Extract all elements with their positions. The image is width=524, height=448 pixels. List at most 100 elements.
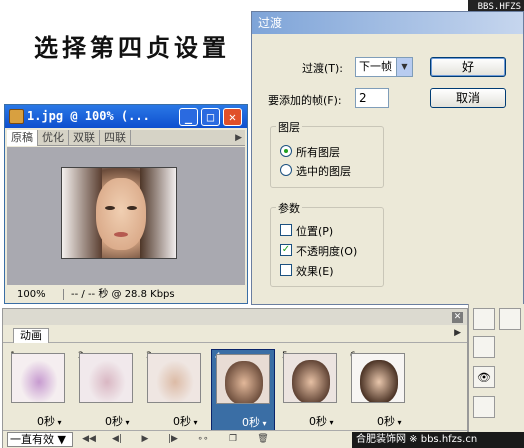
image-window-titlebar[interactable]: 1.jpg @ 100% (... _ □ ✕ bbox=[5, 105, 247, 128]
frame-delay[interactable]: 0秒 ▾ bbox=[37, 413, 62, 429]
frame-thumbnail bbox=[351, 353, 405, 403]
tween-with-label: 过渡(T): bbox=[302, 62, 344, 75]
delay-dropdown-icon: ▾ bbox=[55, 418, 62, 427]
delay-dropdown-icon: ▾ bbox=[395, 418, 402, 427]
tab-2up[interactable]: 双联 bbox=[69, 130, 100, 146]
all-layers-radio[interactable] bbox=[280, 145, 292, 157]
tab-4up[interactable]: 四联 bbox=[100, 130, 131, 146]
frame-thumbnail bbox=[147, 353, 201, 403]
effects-label[interactable]: 效果(E) bbox=[296, 263, 334, 279]
status-divider bbox=[63, 289, 64, 300]
ok-button[interactable]: 好 bbox=[430, 57, 506, 77]
tab-original[interactable]: 原稿 bbox=[7, 130, 38, 146]
image-window-title: 1.jpg @ 100% (... bbox=[27, 109, 150, 123]
frames-to-add-input[interactable]: 2 bbox=[355, 88, 389, 108]
animation-frame[interactable]: 3 0秒 ▾ bbox=[143, 349, 207, 431]
frame-delay-value: 0秒 bbox=[37, 415, 55, 428]
play-icon[interactable]: ▶ bbox=[135, 432, 155, 447]
frame-delay[interactable]: 0秒 ▾ bbox=[377, 413, 402, 429]
frames-to-add-label: 要添加的帧(F): bbox=[268, 94, 342, 107]
loop-select[interactable]: 一直有效 ▼ bbox=[7, 432, 73, 447]
effects-checkbox[interactable] bbox=[280, 264, 292, 276]
position-checkbox[interactable] bbox=[280, 224, 292, 236]
frame-delay[interactable]: 0秒 ▾ bbox=[105, 413, 130, 429]
opacity-checkbox[interactable]: ✓ bbox=[280, 244, 292, 256]
download-info[interactable]: -- / -- 秒 @ 28.8 Kbps bbox=[71, 287, 175, 302]
photoshop-doc-icon bbox=[9, 109, 24, 124]
maximize-button[interactable]: □ bbox=[201, 108, 220, 126]
layers-group-label: 图层 bbox=[276, 119, 302, 135]
animation-frame-selected[interactable]: 4 0秒 ▾ bbox=[211, 349, 275, 431]
tab-animation[interactable]: 动画 bbox=[13, 328, 49, 343]
frame-thumbnail bbox=[79, 353, 133, 403]
tween-dialog: 过渡 过渡(T): 下一帧 ▼ 要添加的帧(F): 2 好 取消 图层 所有图层… bbox=[251, 11, 524, 305]
previous-frame-icon[interactable]: ◀| bbox=[107, 432, 127, 447]
trash-icon[interactable]: 🗑 bbox=[253, 432, 273, 447]
frame-thumbnail bbox=[11, 353, 65, 403]
duplicate-frame-icon[interactable]: ❐ bbox=[223, 432, 243, 447]
eye-icon[interactable]: 👁 bbox=[473, 366, 495, 388]
frame-delay-value: 0秒 bbox=[242, 416, 260, 429]
animation-frame[interactable]: 5 0秒 ▾ bbox=[279, 349, 343, 431]
delay-dropdown-icon: ▾ bbox=[260, 419, 267, 428]
selected-layers-radio[interactable] bbox=[280, 164, 292, 176]
close-icon[interactable]: ✕ bbox=[452, 312, 463, 323]
frame-thumbnail bbox=[283, 353, 337, 403]
frame-delay-value: 0秒 bbox=[309, 415, 327, 428]
frame-delay[interactable]: 0秒 ▾ bbox=[309, 413, 334, 429]
animation-palette: ✕ 动画 ▶ 1 0秒 ▾ 2 0秒 ▾ 3 0秒 ▾ 4 0秒 ▾ 5 bbox=[2, 308, 468, 448]
frame-delay[interactable]: 0秒 ▾ bbox=[242, 414, 267, 430]
animation-frame[interactable]: 6 0秒 ▾ bbox=[347, 349, 411, 431]
chevron-down-icon: ▼ bbox=[396, 58, 412, 76]
layers-strip: 👁 bbox=[468, 304, 524, 448]
site-watermark: 合肥装饰网 ※ bbs.hfzs.cn bbox=[352, 432, 524, 448]
palette-tabrow: 动画 ▶ bbox=[3, 326, 467, 343]
page-heading: 选择第四贞设置 bbox=[34, 34, 230, 62]
tab-menu-arrow-icon[interactable]: ▶ bbox=[235, 130, 242, 146]
frame-delay[interactable]: 0秒 ▾ bbox=[173, 413, 198, 429]
thumbnail-figure bbox=[225, 361, 263, 403]
palette-topbar[interactable]: ✕ bbox=[3, 309, 467, 325]
position-label[interactable]: 位置(P) bbox=[296, 223, 333, 239]
image-document-window: 1.jpg @ 100% (... _ □ ✕ 原稿 优化 双联 四联 ▶ 10… bbox=[4, 104, 248, 304]
cancel-button[interactable]: 取消 bbox=[430, 88, 506, 108]
thumbnail-figure bbox=[156, 360, 194, 402]
next-frame-icon[interactable]: |▶ bbox=[163, 432, 183, 447]
layer-visibility-cell[interactable] bbox=[473, 308, 495, 330]
portrait-photo bbox=[61, 167, 177, 259]
palette-menu-icon[interactable]: ▶ bbox=[454, 328, 461, 338]
delay-dropdown-icon: ▾ bbox=[191, 418, 198, 427]
tween-icon[interactable]: ∘∘ bbox=[193, 432, 213, 447]
opacity-label[interactable]: 不透明度(O) bbox=[296, 243, 357, 259]
tween-with-value: 下一帧 bbox=[359, 60, 392, 73]
canvas-area bbox=[7, 147, 245, 285]
minimize-button[interactable]: _ bbox=[179, 108, 198, 126]
frame-delay-value: 0秒 bbox=[173, 415, 191, 428]
thumbnail-figure bbox=[360, 360, 398, 402]
frame-delay-value: 0秒 bbox=[377, 415, 395, 428]
photo-face bbox=[96, 178, 146, 250]
animation-frame[interactable]: 1 0秒 ▾ bbox=[7, 349, 71, 431]
photo-eye-right bbox=[127, 206, 137, 210]
photo-mouth bbox=[114, 232, 128, 237]
loop-value: 一直有效 bbox=[10, 433, 54, 446]
frame-delay-value: 0秒 bbox=[105, 415, 123, 428]
photo-eye-left bbox=[105, 206, 115, 210]
delay-dropdown-icon: ▾ bbox=[327, 418, 334, 427]
tab-optimized[interactable]: 优化 bbox=[38, 130, 69, 146]
first-frame-icon[interactable]: ◀◀ bbox=[79, 432, 99, 447]
image-statusbar: 100% -- / -- 秒 @ 28.8 Kbps bbox=[7, 287, 245, 302]
brush-icon[interactable] bbox=[499, 308, 521, 330]
zoom-level[interactable]: 100% bbox=[17, 287, 46, 302]
selected-layers-label[interactable]: 选中的图层 bbox=[296, 163, 351, 179]
thumbnail-figure bbox=[292, 360, 330, 402]
animation-frame[interactable]: 2 0秒 ▾ bbox=[75, 349, 139, 431]
close-button[interactable]: ✕ bbox=[223, 108, 242, 126]
all-layers-label[interactable]: 所有图层 bbox=[296, 144, 340, 160]
layer-visibility-cell[interactable] bbox=[473, 396, 495, 418]
tween-with-select[interactable]: 下一帧 ▼ bbox=[355, 57, 413, 77]
parameters-group-label: 参数 bbox=[276, 200, 302, 216]
layer-visibility-cell[interactable] bbox=[473, 336, 495, 358]
delay-dropdown-icon: ▾ bbox=[123, 418, 130, 427]
dialog-titlebar[interactable]: 过渡 bbox=[252, 12, 523, 34]
